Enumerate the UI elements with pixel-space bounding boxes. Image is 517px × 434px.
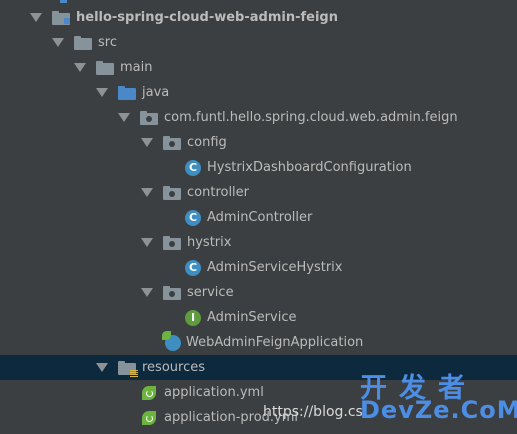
expand-arrow-icon[interactable]	[52, 38, 64, 47]
tree-item-label: controller	[187, 185, 250, 200]
resources-folder-icon	[118, 360, 138, 377]
expand-arrow-icon[interactable]	[118, 113, 130, 122]
watermark-brand: DevZe.CoM	[360, 396, 517, 424]
interface-icon: I	[185, 309, 201, 326]
package-icon	[163, 135, 181, 150]
tree-item-label: java	[142, 85, 170, 100]
tree-item-label: config	[187, 135, 227, 150]
expand-arrow-icon[interactable]	[30, 13, 42, 22]
tree-item-label: hello-spring-cloud-web-admin-feign	[76, 10, 338, 25]
tree-item-label: HystrixDashboardConfiguration	[207, 160, 412, 175]
tree-item-label: WebAdminFeignApplication	[186, 335, 364, 350]
tree-item-java[interactable]: java	[0, 80, 517, 105]
tree-item-label: AdminController	[207, 210, 313, 225]
folder-icon	[74, 35, 92, 50]
package-icon	[163, 185, 181, 200]
tree-item-module[interactable]: hello-spring-cloud-web-admin-feign	[0, 5, 517, 30]
expand-arrow-icon[interactable]	[141, 188, 153, 197]
expand-arrow-icon[interactable]	[74, 63, 86, 72]
tree-item-main[interactable]: main	[0, 55, 517, 80]
tree-item-label: com.funtl.hello.spring.cloud.web.admin.f…	[164, 110, 458, 125]
expand-arrow-icon[interactable]	[141, 288, 153, 297]
scroll-top-marker	[60, 0, 67, 3]
expand-arrow-icon[interactable]	[141, 238, 153, 247]
class-icon: C	[185, 259, 201, 276]
watermark-url: https://blog.cs	[263, 404, 363, 420]
tree-item-label: AdminServiceHystrix	[207, 260, 343, 275]
spring-boot-class-icon	[162, 330, 182, 352]
source-folder-icon	[118, 85, 136, 100]
expand-arrow-icon[interactable]	[96, 88, 108, 97]
tree-item-src[interactable]: src	[0, 30, 517, 55]
tree-item-hystrix-dashboard-configuration[interactable]: C HystrixDashboardConfiguration	[0, 155, 517, 180]
spring-config-file-icon	[140, 384, 158, 402]
tree-item-admin-service-hystrix[interactable]: C AdminServiceHystrix	[0, 255, 517, 280]
spring-config-file-icon	[140, 409, 158, 427]
class-icon: C	[185, 209, 201, 226]
class-icon: C	[185, 159, 201, 176]
tree-item-controller[interactable]: controller	[0, 180, 517, 205]
package-icon	[163, 235, 181, 250]
tree-item-admin-controller[interactable]: C AdminController	[0, 205, 517, 230]
package-icon	[163, 285, 181, 300]
module-folder-icon	[52, 10, 70, 25]
tree-item-config[interactable]: config	[0, 130, 517, 155]
expand-arrow-icon[interactable]	[96, 363, 108, 372]
tree-item-label: application.yml	[164, 385, 264, 400]
tree-item-hystrix[interactable]: hystrix	[0, 230, 517, 255]
tree-item-label: AdminService	[207, 310, 297, 325]
expand-arrow-icon[interactable]	[141, 138, 153, 147]
tree-item-label: hystrix	[187, 235, 232, 250]
tree-item-label: service	[187, 285, 234, 300]
tree-item-admin-service[interactable]: I AdminService	[0, 305, 517, 330]
tree-item-label: src	[98, 35, 117, 50]
tree-item-service[interactable]: service	[0, 280, 517, 305]
tree-item-label: main	[120, 60, 153, 75]
package-icon	[140, 110, 158, 125]
folder-icon	[96, 60, 114, 75]
tree-item-web-admin-feign-application[interactable]: WebAdminFeignApplication	[0, 330, 517, 355]
tree-item-label: resources	[142, 360, 206, 375]
tree-item-package-root[interactable]: com.funtl.hello.spring.cloud.web.admin.f…	[0, 105, 517, 130]
